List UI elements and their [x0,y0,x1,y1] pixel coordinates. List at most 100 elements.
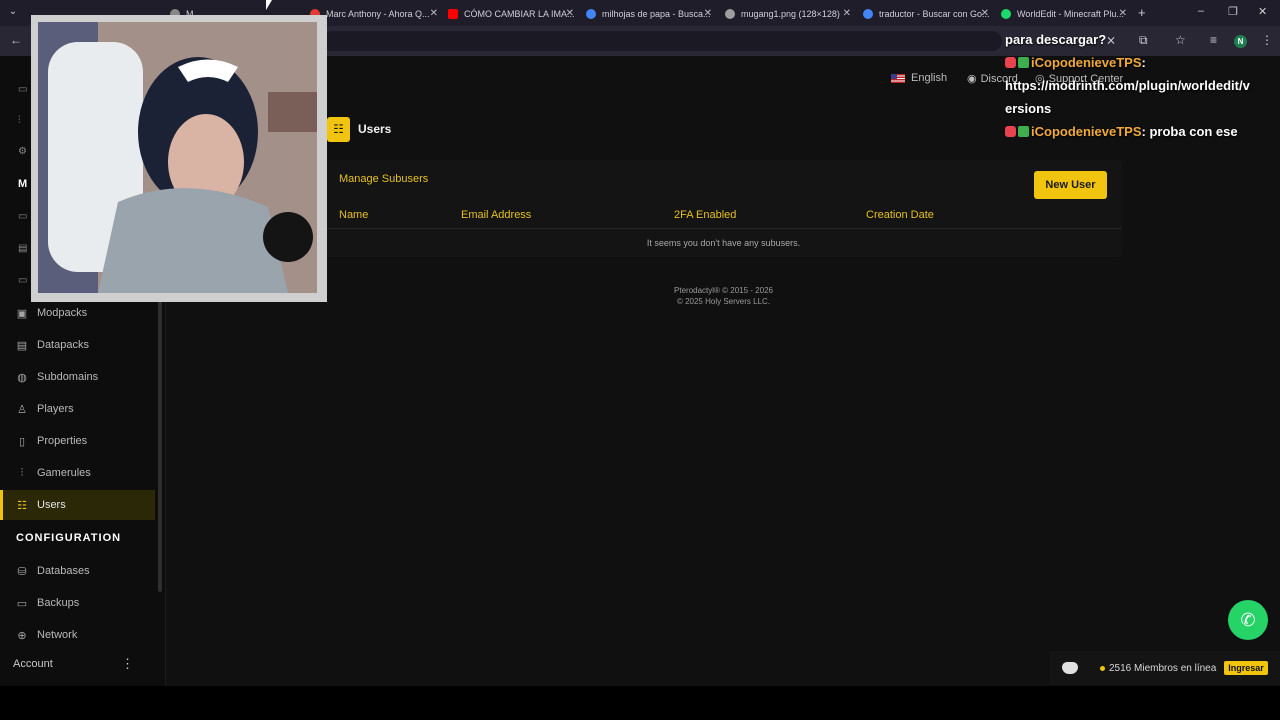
column-header-2fa[interactable]: 2FA Enabled [674,209,736,221]
archive-icon: ▤ [16,339,28,352]
sub-badge-icon [1018,57,1029,68]
sliders-icon: ⫶ [20,466,24,479]
tab-close-icon[interactable]: ✕ [566,8,574,19]
sidebar-item-label: Subdomains [37,371,99,383]
sidebar-item-backups[interactable]: ▭ Backups [0,589,155,617]
browser-tab[interactable]: traductor - Buscar con Go... ✕ [863,4,989,24]
tab-favicon-icon [863,9,873,19]
browser-tab[interactable]: Marc Anthony - Ahora Q... ✕ [310,4,438,24]
tab-favicon-icon [586,9,596,19]
discord-icon: ◉ [967,73,977,85]
browser-tab[interactable]: milhojas de papa - Busca... ✕ [586,4,712,24]
sidebar-item-label: Properties [37,435,88,447]
close-window-icon[interactable]: ✕ [1258,5,1267,18]
chat-partial-line [1005,8,1255,28]
back-icon[interactable]: ← [10,33,22,47]
heart-badge-icon [1005,57,1016,68]
sidebar-item-properties[interactable]: ▯ Properties [0,427,155,455]
sidebar-item-label: Backups [37,597,80,609]
chat-username: iCopodenieveTPS [1031,124,1142,139]
sidebar-scrollbar[interactable] [158,260,162,592]
table-divider [325,228,1122,229]
sidebar-partial-icon: ⫶ [18,115,21,126]
sidebar-section-heading-partial: M [18,178,28,190]
footer-copyright: Pterodactyl® © 2015 - 2026 [674,286,773,295]
sidebar-item-label: Modpacks [37,307,88,319]
sidebar-partial-icon: ▤ [18,243,28,254]
sidebar-item-modpacks[interactable]: ▣ Modpacks [0,299,155,327]
mouse-cursor-icon [266,0,272,10]
users-icon: ☷ [17,499,27,512]
tab-title: mugang1.png (128×128) [741,9,840,19]
column-header-creation-date[interactable]: Creation Date [866,209,934,221]
discord-logo-icon [1062,662,1078,674]
sidebar-item-users[interactable]: ☷ Users [0,490,155,520]
column-header-name[interactable]: Name [339,209,368,221]
account-menu[interactable]: Account ⋮ [0,652,155,676]
new-user-button[interactable]: New User [1034,171,1107,199]
network-icon: ⊕ [17,629,27,642]
sidebar-item-datapacks[interactable]: ▤ Datapacks [0,331,155,359]
package-icon: ▣ [16,307,28,320]
tab-close-icon[interactable]: ✕ [430,8,438,19]
footer-company: © 2025 Holy Servers LLC. [676,297,771,306]
tab-favicon-icon [448,9,458,19]
page-title: Users [358,122,392,136]
language-selector[interactable]: English [891,72,947,84]
stream-chat-overlay: para descargar? iCopodenieveTPS: https:/… [1005,8,1255,143]
sidebar-item-gamerules[interactable]: ⫶ Gamerules [0,459,155,487]
account-label: Account [13,658,53,670]
backup-icon: ▭ [16,597,28,610]
chat-username: iCopodenieveTPS [1031,55,1142,70]
sidebar-item-databases[interactable]: ⛁ Databases [0,557,155,585]
tab-title: Marc Anthony - Ahora Q... [326,9,430,19]
sidebar-partial-icon: ▭ [18,275,28,286]
sidebar-item-label: Players [37,403,74,415]
sidebar-item-network[interactable]: ⊕ Network [0,621,155,649]
browser-tab[interactable]: mugang1.png (128×128) ✕ [725,4,851,24]
database-icon: ⛁ [17,565,27,578]
browser-tab[interactable]: CÓMO CAMBIAR LA IMA... ✕ [448,4,574,24]
more-options-icon[interactable]: ⋮ [121,656,134,672]
address-bar[interactable] [322,31,1002,51]
sub-badge-icon [1018,126,1029,137]
tab-close-icon[interactable]: ✕ [981,8,989,19]
discord-member-count: 2516 Miembros en línea [1109,662,1217,674]
tab-title: CÓMO CAMBIAR LA IMA... [464,9,574,19]
sidebar-section-configuration: CONFIGURATION [16,532,122,544]
browser-menu-icon[interactable]: ⋮ [1261,33,1273,47]
discord-join-button[interactable]: Ingresar [1224,661,1268,675]
online-status-icon [1100,665,1105,671]
sidebar-item-subdomains[interactable]: ◍ Subdomains [0,363,155,391]
sidebar-partial-icon: ⚙ [18,146,27,157]
chat-message: iCopodenieveTPS: proba con ese [1005,120,1255,143]
streamer-image [38,22,317,293]
chat-line: para descargar? [1005,32,1107,47]
sidebar-item-label: Users [37,499,66,511]
bottom-bar [0,686,1280,720]
language-label: English [911,72,948,84]
chat-message: iCopodenieveTPS: [1005,51,1255,74]
users-title-icon: ☷ [327,117,350,142]
whatsapp-icon[interactable]: ✆ [1228,600,1268,640]
tab-title: traductor - Buscar con Go... [879,9,989,19]
webcam-video [38,22,317,293]
chat-text: https://modrinth.com/plugin/worldedit/ve… [1005,78,1250,116]
sidebar-item-label: Gamerules [37,467,91,479]
player-icon: ♙ [17,403,27,416]
sidebar-partial-icon: ▭ [18,84,28,95]
column-header-email[interactable]: Email Address [461,209,531,221]
tab-close-icon[interactable]: ✕ [704,8,712,19]
tab-title: milhojas de papa - Busca... [602,9,711,19]
discord-widget: 2516 Miembros en línea Ingresar [1050,651,1280,685]
heart-badge-icon [1005,126,1016,137]
document-icon: ▯ [18,435,26,448]
sidebar-item-players[interactable]: ♙ Players [0,395,155,423]
tab-close-icon[interactable]: ✕ [843,8,851,19]
card-title: Manage Subusers [339,173,429,185]
sidebar-item-label: Datapacks [37,339,89,351]
tab-search-icon[interactable]: ⌄ [6,6,20,20]
us-flag-icon [891,73,905,83]
tab-favicon-icon [725,9,735,19]
sidebar-partial-icon: ▭ [18,211,28,222]
